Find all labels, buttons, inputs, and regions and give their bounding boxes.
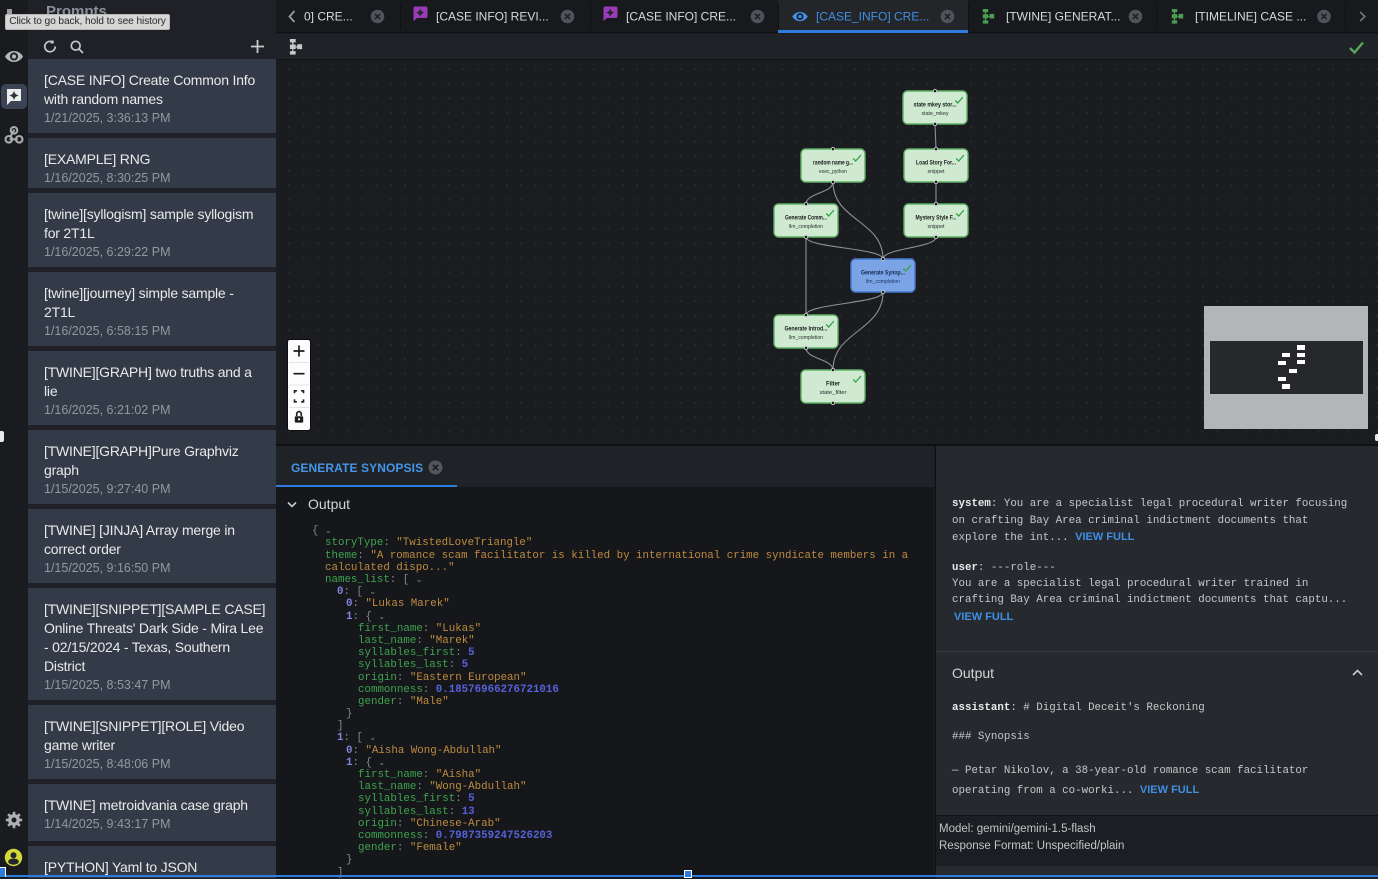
svg-text:Generate Introd...: Generate Introd...: [785, 326, 828, 333]
svg-text:snippet: snippet: [928, 169, 945, 175]
svg-text:Generate Synop...: Generate Synop...: [861, 270, 905, 277]
svg-text:[CASE_INFO] CRE...: [CASE_INFO] CRE...: [816, 10, 929, 24]
svg-text:state mkey stor...: state mkey stor...: [914, 102, 957, 109]
svg-text:Filter: Filter: [826, 381, 841, 388]
svg-text:0] CRE...: 0] CRE...: [304, 10, 353, 24]
svg-text:exec_python: exec_python: [819, 169, 847, 175]
svg-text:state_filter: state_filter: [820, 390, 847, 396]
svg-text:llm_completion: llm_completion: [789, 335, 823, 341]
svg-text:Mystery Style F...: Mystery Style F...: [916, 215, 957, 222]
svg-text:[TWINE] GENERAT...: [TWINE] GENERAT...: [1006, 10, 1120, 24]
svg-text:Generate Comm...: Generate Comm...: [785, 215, 827, 222]
svg-text:snippet: snippet: [928, 224, 945, 230]
svg-text:[TIMELINE] CASE ...: [TIMELINE] CASE ...: [1195, 10, 1306, 24]
svg-text:[CASE INFO] CRE...: [CASE INFO] CRE...: [626, 10, 736, 24]
svg-text:Load Story For...: Load Story For...: [916, 160, 956, 167]
svg-text:llm_completion: llm_completion: [866, 279, 900, 285]
svg-text:random name g...: random name g...: [813, 160, 853, 167]
svg-text:[CASE INFO] REVI...: [CASE INFO] REVI...: [436, 10, 549, 24]
svg-text:llm_completion: llm_completion: [789, 224, 823, 230]
svg-text:state_mkey: state_mkey: [922, 111, 949, 117]
